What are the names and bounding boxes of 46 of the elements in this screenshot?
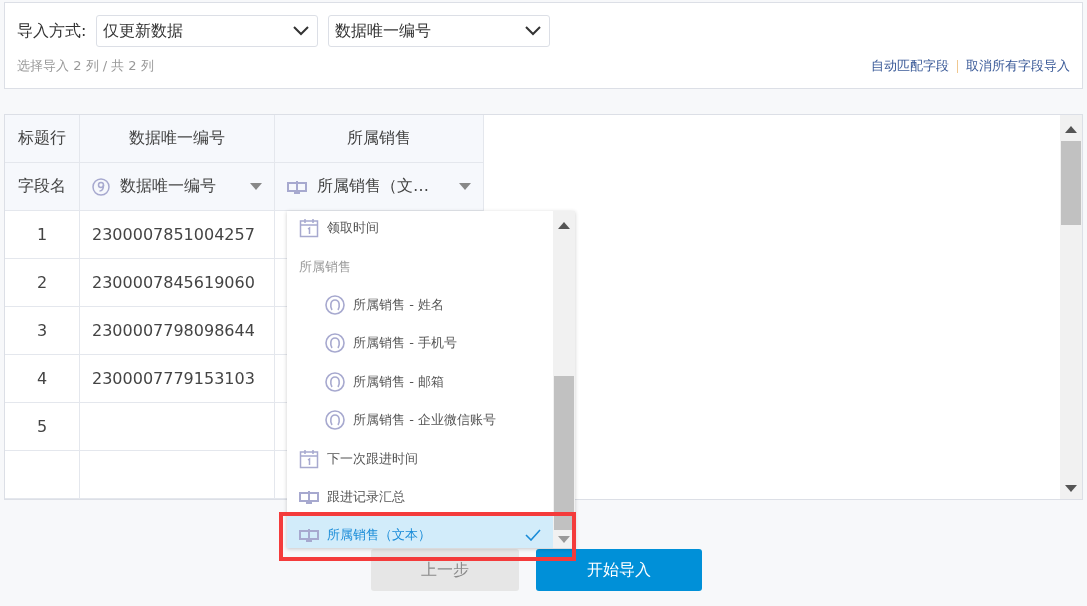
person-icon [325,371,345,392]
text-field-icon [299,489,319,504]
dropdown-scrollbar[interactable] [553,211,575,548]
table-cell: 2300007845619060 [80,259,275,307]
scroll-down-icon[interactable] [1065,485,1077,493]
row-number-cell: 3 [5,307,80,355]
field-select-cell[interactable]: 所属销售（文… [275,163,484,211]
dropdown-caret-icon[interactable] [250,182,262,191]
header-cell: 数据唯一编号 [80,115,275,163]
field-select-cell[interactable]: 数据唯一编号 [80,163,275,211]
header-cell: 标题行 [5,115,80,163]
action-link[interactable]: 自动匹配字段 [871,57,949,75]
table-cell: 2300007779153103 [80,355,275,403]
person-icon [325,333,345,354]
option-group-title: 所属销售 [299,257,351,276]
checkmark-icon [525,529,541,542]
table-cell: 2300007851004257 [80,211,275,259]
row-number-cell: 2 [5,259,80,307]
action-link[interactable]: 取消所有字段导入 [966,57,1070,75]
row-number-cell: 1 [5,211,80,259]
dropdown-option[interactable]: 领取时间 [287,211,553,248]
person-icon [325,294,345,315]
chevron-down-icon [525,26,542,36]
vertical-scrollbar[interactable] [1060,115,1082,499]
calendar-icon [299,218,319,239]
import-mode-label: 导入方式: [17,20,87,42]
number-icon [92,177,110,196]
text-field-icon [299,528,319,543]
start-import-button[interactable]: 开始导入 [536,549,702,591]
selection-summary: 选择导入 2 列 / 共 2 列 [17,57,154,75]
chevron-down-icon [293,26,310,36]
person-icon [325,410,345,431]
scroll-up-icon[interactable] [558,221,570,229]
row-number-cell: 4 [5,355,80,403]
dropdown-caret-icon[interactable] [459,182,471,191]
scroll-up-icon[interactable] [1065,125,1077,133]
row-number-cell: 5 [5,403,80,451]
header-cell: 所属销售 [275,115,484,163]
header-cell: 字段名 [5,163,80,211]
import-mode-select[interactable]: 仅更新数据 [96,15,319,47]
key-field-select[interactable]: 数据唯一编号 [328,15,551,47]
scrollbar-thumb[interactable] [554,376,574,530]
table-cell: 2300007798098644 [80,307,275,355]
scrollbar-thumb[interactable] [1061,141,1081,225]
calendar-icon [299,448,319,469]
text-field-icon [287,179,307,194]
